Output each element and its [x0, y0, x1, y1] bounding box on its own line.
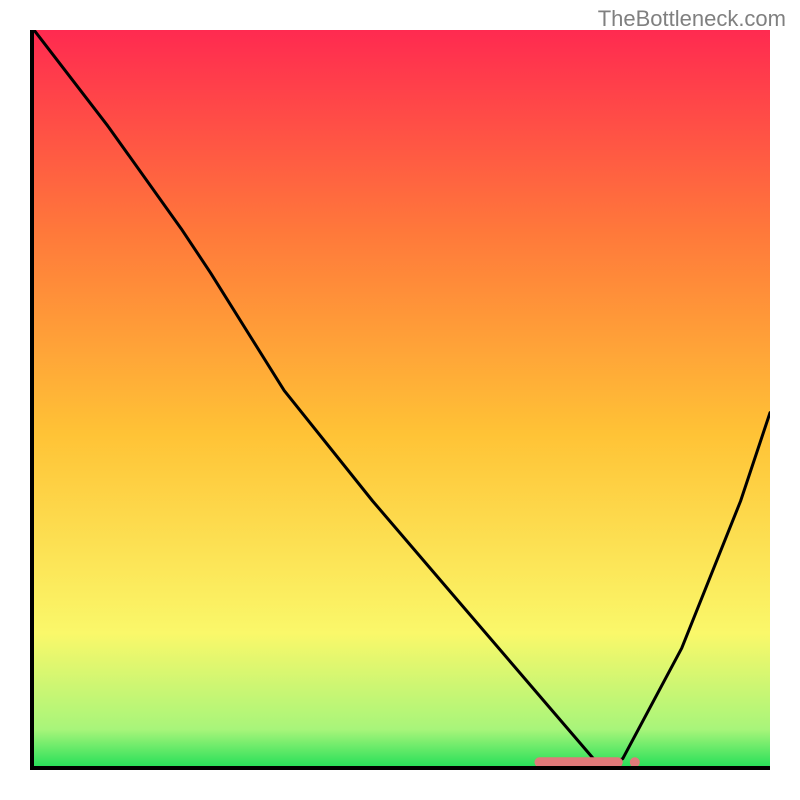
- chart-plot-area: [30, 30, 770, 770]
- chart-gradient-background: [34, 30, 770, 766]
- watermark-text: TheBottleneck.com: [598, 6, 786, 32]
